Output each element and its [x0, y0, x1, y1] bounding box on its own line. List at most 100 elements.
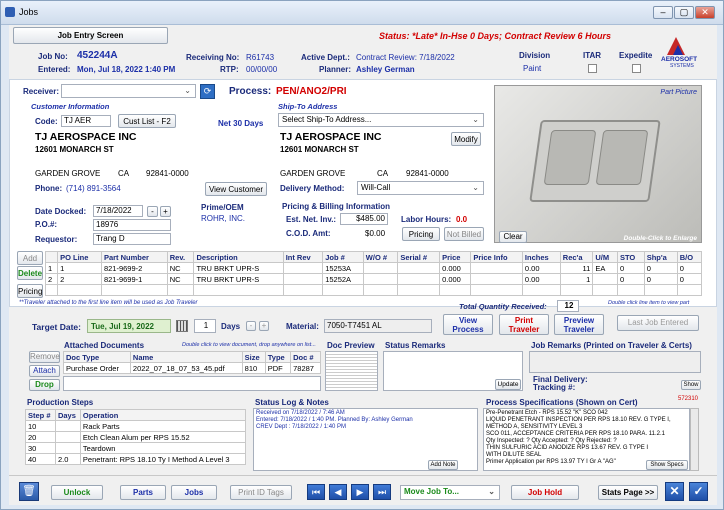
clear-picture-button[interactable]: Clear	[499, 231, 527, 243]
column-header[interactable]: Description	[193, 251, 284, 263]
table-row[interactable]: 40 2.0 Penetrant: RPS 18.10 Ty I Method A …	[25, 453, 247, 465]
column-header[interactable]: PO Line	[57, 251, 102, 263]
delete-part-button[interactable]: Delete	[17, 266, 43, 280]
preview-traveler-button[interactable]: Preview Traveler	[554, 314, 604, 335]
documents-empty-area[interactable]	[63, 376, 321, 391]
column-header[interactable]: Type	[264, 351, 292, 363]
column-header[interactable]: Days	[54, 409, 81, 421]
column-header[interactable]: Doc #	[290, 351, 321, 363]
part-pricing-button[interactable]: Pricing	[17, 284, 43, 298]
add-part-button[interactable]: Add	[17, 251, 43, 265]
cod-label: C.O.D. Amt:	[286, 229, 331, 238]
last-record-icon[interactable]: ⏭	[373, 484, 391, 500]
job-remarks-input[interactable]	[529, 351, 701, 373]
last-job-button[interactable]: Last Job Entered	[617, 315, 699, 331]
documents-table: Doc Type Name Size Type Doc # Purchase Order 2…	[63, 351, 321, 374]
date-plus-button[interactable]: +	[160, 206, 171, 217]
show-specs-button[interactable]: Show Specs	[646, 460, 688, 470]
column-header[interactable]: Price	[439, 251, 472, 263]
column-header[interactable]: Job #	[322, 251, 364, 263]
confirm-icon[interactable]: ✓	[689, 482, 708, 501]
view-process-button[interactable]: View Process	[443, 314, 493, 335]
column-header[interactable]: Price Info	[470, 251, 523, 263]
refresh-icon[interactable]: ⟳	[200, 84, 215, 99]
days-plus-button[interactable]: +	[259, 321, 269, 331]
unlock-button[interactable]: Unlock	[51, 485, 103, 500]
jobs-button[interactable]: Jobs	[171, 485, 217, 500]
column-header[interactable]: Step #	[25, 409, 56, 421]
first-record-icon[interactable]: ⏮	[307, 484, 325, 500]
show-remarks-button[interactable]: Show	[681, 380, 701, 390]
calendar-icon[interactable]	[176, 320, 188, 332]
shipto-section-title: Ship-To Address	[278, 102, 338, 111]
material-input[interactable]: 7050-T7451 AL	[324, 319, 432, 333]
attach-doc-button[interactable]: Attach	[29, 365, 60, 377]
expedite-checkbox[interactable]	[632, 64, 641, 73]
days-minus-button[interactable]: -	[246, 321, 256, 331]
column-header[interactable]: Name	[129, 351, 243, 363]
itar-checkbox[interactable]	[588, 64, 597, 73]
shipto-city: GARDEN GROVE	[280, 169, 346, 178]
table-row[interactable]: Purchase Order 2022_07_18_07_53_45.pdf 810…	[63, 362, 321, 374]
delivery-select[interactable]: Will-Call	[357, 181, 484, 195]
est-net-input[interactable]: $485.00	[340, 213, 388, 225]
pricing-button[interactable]: Pricing	[402, 227, 440, 241]
receiver-select[interactable]	[61, 84, 196, 98]
table-row[interactable]: 1 1 821-9699-2 NC TRU BRKT UPR-S 15253A 0.000 0…	[44, 262, 703, 274]
modify-button[interactable]: Modify	[451, 132, 481, 146]
column-header[interactable]: Shp'a	[643, 251, 678, 263]
column-header[interactable]: Inches	[521, 251, 561, 263]
drop-doc-button[interactable]: Drop	[29, 379, 60, 391]
date-minus-button[interactable]: -	[147, 206, 158, 217]
column-header[interactable]: STO	[616, 251, 645, 263]
column-header[interactable]: Rec'a	[559, 251, 594, 263]
column-header[interactable]: W/O #	[362, 251, 399, 263]
date-docked-input[interactable]: 7/18/2022	[93, 205, 143, 217]
cust-list-button[interactable]: Cust List - F2	[118, 114, 176, 128]
column-header[interactable]: Doc Type	[63, 351, 131, 363]
table-row[interactable]	[44, 284, 703, 296]
cancel-icon[interactable]: ✕	[665, 482, 684, 501]
remove-doc-button[interactable]: Remove	[29, 351, 60, 363]
print-traveler-button[interactable]: Print Traveler	[499, 314, 549, 335]
table-row[interactable]: 2 2 821-9699-1 NC TRU BRKT UPR-S 15252A 0.000 0…	[44, 273, 703, 285]
parts-button[interactable]: Parts	[120, 485, 166, 500]
stats-page-button[interactable]: Stats Page >>	[598, 485, 658, 500]
print-id-tags-button[interactable]: Print ID Tags	[230, 485, 292, 500]
po-input[interactable]: 18976	[93, 219, 171, 231]
maximize-icon[interactable]: ▢	[674, 6, 694, 19]
doc-preview-thumbnail[interactable]	[325, 351, 378, 391]
spec-line: WITH DILUTE SEAL	[486, 452, 542, 458]
part-picture[interactable]: Part Picture Clear Double-Click to Enlar…	[494, 85, 702, 243]
column-header[interactable]: Serial #	[397, 251, 441, 263]
previous-record-icon[interactable]: ◀	[329, 484, 347, 500]
close-icon[interactable]: ✕	[695, 6, 715, 19]
column-header[interactable]: B/O	[676, 251, 703, 263]
update-button[interactable]: Update	[495, 379, 521, 390]
minimize-icon[interactable]: –	[653, 6, 673, 19]
job-entry-screen-button[interactable]: Job Entry Screen	[13, 27, 168, 44]
column-header[interactable]: Size	[241, 351, 266, 363]
column-header[interactable]: Part Number	[100, 251, 168, 263]
next-record-icon[interactable]: ▶	[351, 484, 369, 500]
requestor-input[interactable]: Trang D	[93, 233, 171, 245]
table-row[interactable]: 10 Rack Parts	[25, 420, 247, 432]
view-customer-button[interactable]: View Customer	[205, 182, 267, 196]
shipto-select[interactable]: Select Ship-To Address...	[278, 113, 484, 127]
table-cell	[592, 284, 618, 296]
table-row[interactable]: 30 Teardown	[25, 442, 247, 454]
customer-code-input[interactable]: TJ AER	[61, 115, 111, 127]
target-date-input[interactable]: Tue, Jul 19, 2022	[87, 319, 171, 333]
column-header[interactable]: Rev.	[166, 251, 195, 263]
table-row[interactable]: 20 Etch Clean Alum per RPS 15.52	[25, 431, 247, 443]
specs-scrollbar[interactable]	[690, 408, 699, 471]
move-job-select[interactable]: Move Job To...	[400, 485, 500, 500]
trash-icon[interactable]: 🗑	[19, 482, 39, 501]
column-header[interactable]: Int Rev	[282, 251, 324, 263]
job-hold-button[interactable]: Job Hold	[511, 485, 579, 500]
column-header[interactable]: U/M	[592, 251, 618, 263]
column-header[interactable]: Operation	[79, 409, 247, 421]
add-note-button[interactable]: Add Note	[428, 460, 458, 470]
target-days-input[interactable]: 1	[194, 319, 216, 333]
not-billed-button[interactable]: Not Billed	[444, 227, 484, 241]
